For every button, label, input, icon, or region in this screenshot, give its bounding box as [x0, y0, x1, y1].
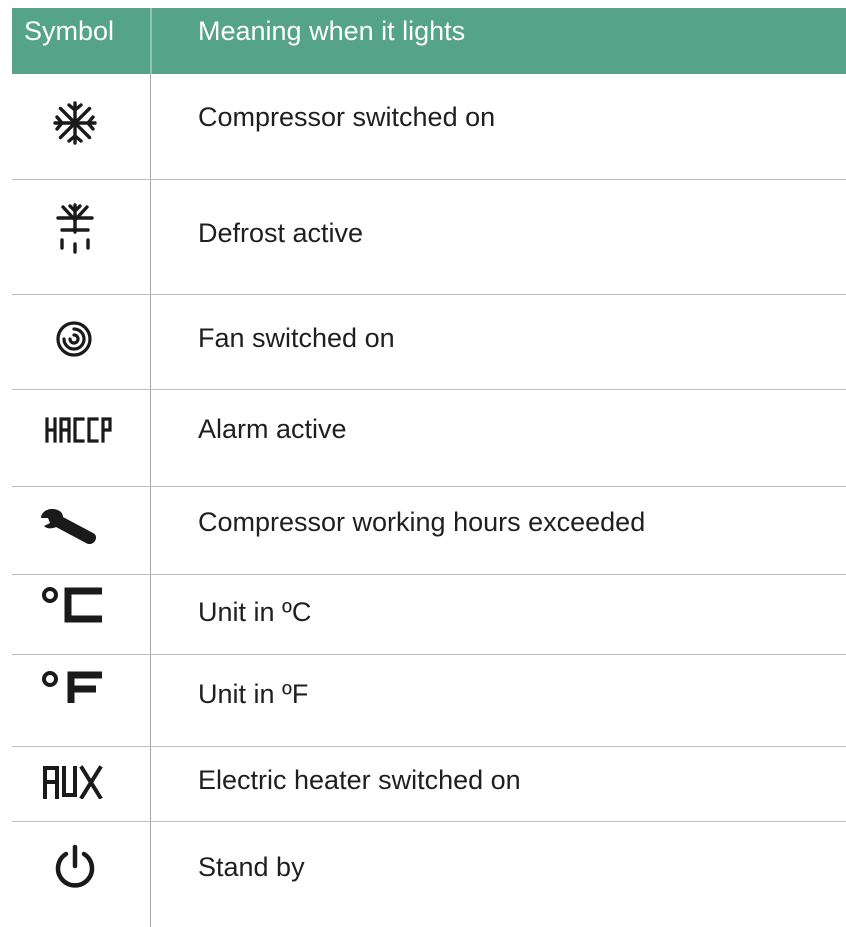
celsius-icon: [40, 585, 108, 625]
table-row: Compressor switched on: [12, 74, 846, 180]
table-row: Unit in ºC: [12, 575, 846, 655]
haccp-icon: [44, 416, 112, 444]
table-header: Symbol Meaning when it lights: [12, 8, 846, 74]
row-meaning: Stand by: [198, 852, 305, 882]
row-meaning: Defrost active: [198, 218, 364, 248]
fahrenheit-icon: [40, 669, 108, 709]
row-meaning: Unit in ºF: [198, 679, 309, 709]
table-row: Compressor working hours exceeded: [12, 487, 846, 575]
aux-icon: [42, 765, 104, 799]
power-icon: [52, 844, 98, 890]
row-meaning: Fan switched on: [198, 323, 395, 353]
row-meaning: Alarm active: [198, 414, 347, 444]
row-meaning: Compressor switched on: [198, 102, 496, 132]
table-row: Defrost active: [12, 180, 846, 295]
header-divider: [150, 8, 152, 74]
table-row: Stand by: [12, 822, 846, 927]
row-meaning: Compressor working hours exceeded: [198, 507, 646, 537]
table-row: Fan switched on: [12, 295, 846, 390]
snowflake-icon: [52, 100, 98, 146]
table-row: Electric heater switched on: [12, 747, 846, 822]
fan-icon: [52, 317, 96, 361]
header-meaning: Meaning when it lights: [198, 16, 466, 46]
row-meaning: Unit in ºC: [198, 597, 312, 627]
table-row: Alarm active: [12, 390, 846, 487]
header-symbol: Symbol: [24, 16, 115, 46]
symbol-table: Symbol Meaning when it lights Compressor…: [12, 8, 846, 927]
wrench-icon: [38, 505, 100, 547]
table-row: Unit in ºF: [12, 655, 846, 747]
defrost-icon: [50, 202, 100, 256]
row-meaning: Electric heater switched on: [198, 765, 521, 795]
